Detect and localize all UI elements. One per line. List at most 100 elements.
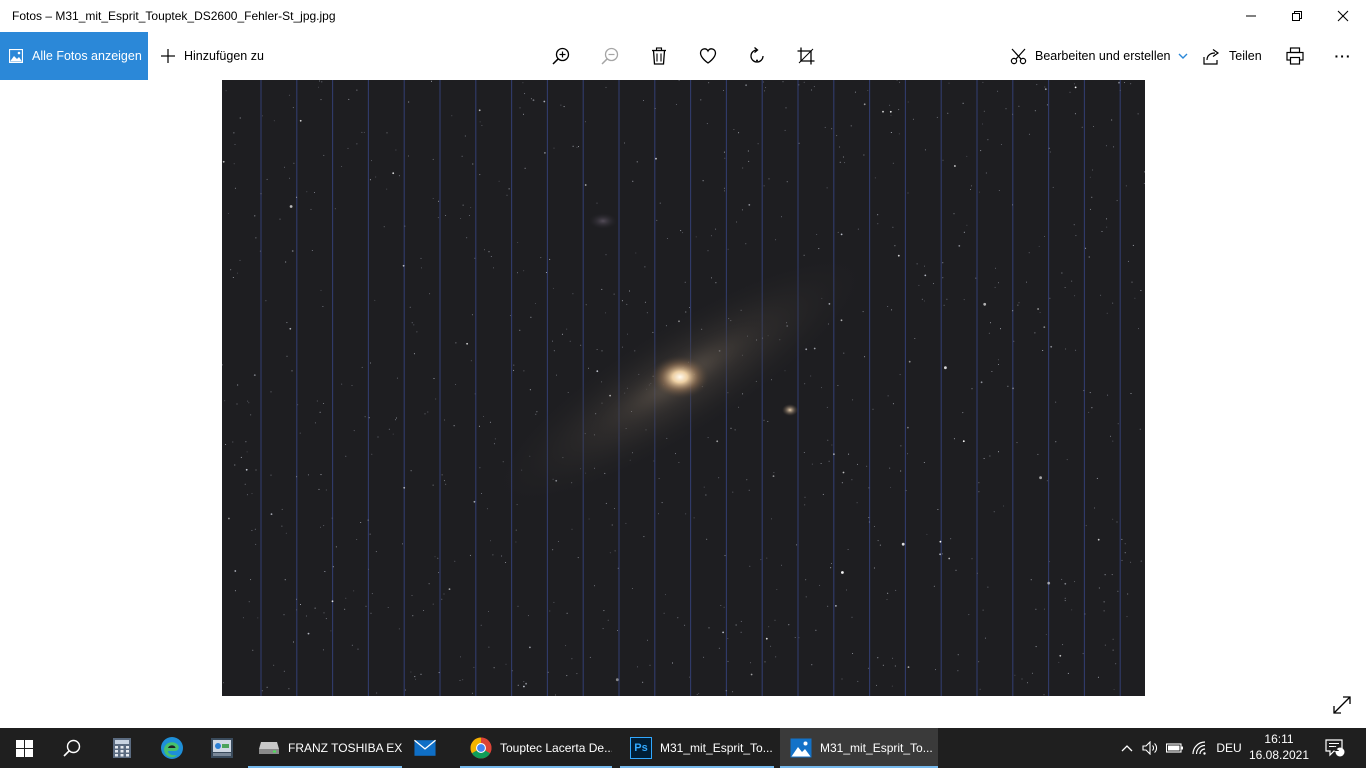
star	[320, 289, 322, 291]
star	[1013, 340, 1015, 342]
zoom-in-button[interactable]	[549, 44, 573, 68]
fullscreen-button[interactable]	[1330, 693, 1354, 717]
star	[615, 678, 619, 682]
add-to-button[interactable]: Hinzufügen zu	[160, 32, 264, 80]
star	[1018, 105, 1020, 107]
star	[523, 681, 525, 683]
calculator-taskbar-button[interactable]	[98, 728, 146, 768]
notification-center-button[interactable]: 1	[1318, 728, 1352, 768]
star	[1121, 538, 1123, 540]
taskbar-app-photoshop[interactable]: Ps M31_mit_Esprit_To...	[620, 728, 774, 768]
star	[254, 528, 256, 530]
star	[764, 661, 766, 663]
star	[1116, 200, 1118, 202]
star	[813, 86, 815, 88]
star	[1088, 411, 1090, 413]
favorite-button[interactable]	[696, 44, 720, 68]
taskbar-app-label: M31_mit_Esprit_To...	[820, 741, 933, 755]
clock-time: 16:11	[1264, 732, 1294, 746]
volume-button[interactable]	[1139, 728, 1161, 768]
share-button[interactable]: Teilen	[1203, 32, 1262, 80]
star	[530, 316, 532, 318]
star	[234, 144, 236, 145]
restore-button[interactable]	[1274, 0, 1320, 32]
taskbar-app-chrome[interactable]: Touptec Lacerta De...	[460, 728, 612, 768]
star	[684, 624, 686, 626]
star	[1143, 182, 1145, 184]
star	[307, 632, 310, 635]
star	[889, 467, 891, 469]
taskbar-clock[interactable]: 16:11 16.08.2021	[1248, 731, 1310, 763]
star	[1074, 295, 1076, 297]
star	[438, 200, 439, 202]
rotate-button[interactable]	[745, 44, 769, 68]
remote-app-taskbar-button[interactable]	[198, 728, 246, 768]
star	[982, 123, 984, 125]
star	[864, 356, 866, 358]
star	[330, 630, 332, 632]
star	[561, 333, 563, 335]
edit-create-button[interactable]: Bearbeiten und erstellen	[1010, 32, 1188, 80]
star	[707, 250, 709, 252]
star	[478, 425, 480, 427]
star	[259, 250, 261, 252]
star	[627, 333, 628, 335]
edge-taskbar-button[interactable]	[148, 728, 196, 768]
star	[1058, 661, 1060, 663]
star	[815, 629, 817, 631]
print-button[interactable]	[1283, 44, 1307, 68]
star	[360, 522, 362, 523]
star	[723, 151, 725, 153]
zoom-out-button[interactable]	[598, 44, 622, 68]
chevron-up-icon	[1121, 745, 1133, 752]
close-icon	[1337, 10, 1349, 22]
star	[1038, 245, 1040, 247]
star	[273, 664, 275, 666]
star	[248, 402, 250, 404]
star	[1094, 507, 1096, 509]
star	[900, 445, 902, 447]
star	[386, 188, 388, 190]
star	[842, 156, 844, 158]
star	[429, 293, 431, 295]
crop-button[interactable]	[794, 44, 818, 68]
delete-button[interactable]	[647, 44, 671, 68]
star	[1061, 578, 1063, 580]
star	[796, 544, 798, 546]
star	[344, 608, 346, 610]
star	[443, 480, 445, 482]
taskbar-app-mail[interactable]	[404, 728, 460, 768]
taskbar-app-photos[interactable]: M31_mit_Esprit_To...	[780, 728, 938, 768]
more-options-button[interactable]: ···	[1331, 44, 1355, 68]
star	[513, 364, 515, 366]
star	[322, 649, 324, 651]
star	[750, 673, 753, 676]
star	[953, 213, 955, 215]
window-title: Fotos – M31_mit_Esprit_Touptek_DS2600_Fe…	[12, 9, 336, 23]
taskbar-app-drive[interactable]: FRANZ TOSHIBA EX...	[248, 728, 402, 768]
star	[827, 605, 829, 607]
star	[770, 645, 772, 647]
star	[1061, 272, 1063, 274]
battery-button[interactable]	[1164, 728, 1186, 768]
star	[649, 664, 651, 666]
star	[987, 586, 989, 588]
close-button[interactable]	[1320, 0, 1366, 32]
network-button[interactable]	[1189, 728, 1211, 768]
star	[907, 101, 909, 103]
search-button[interactable]	[48, 728, 96, 768]
all-photos-button[interactable]: Alle Fotos anzeigen	[0, 32, 148, 80]
show-hidden-icons-button[interactable]	[1116, 728, 1138, 768]
star	[572, 145, 574, 147]
star	[517, 684, 519, 686]
star	[310, 208, 312, 210]
minimize-button[interactable]	[1228, 0, 1274, 32]
start-button[interactable]	[0, 728, 48, 768]
star	[571, 528, 573, 530]
input-language-button[interactable]: DEU	[1213, 728, 1245, 768]
displayed-photo[interactable]	[222, 80, 1145, 696]
star	[233, 163, 235, 165]
star	[666, 238, 668, 239]
star	[314, 607, 316, 609]
star	[1000, 144, 1002, 145]
